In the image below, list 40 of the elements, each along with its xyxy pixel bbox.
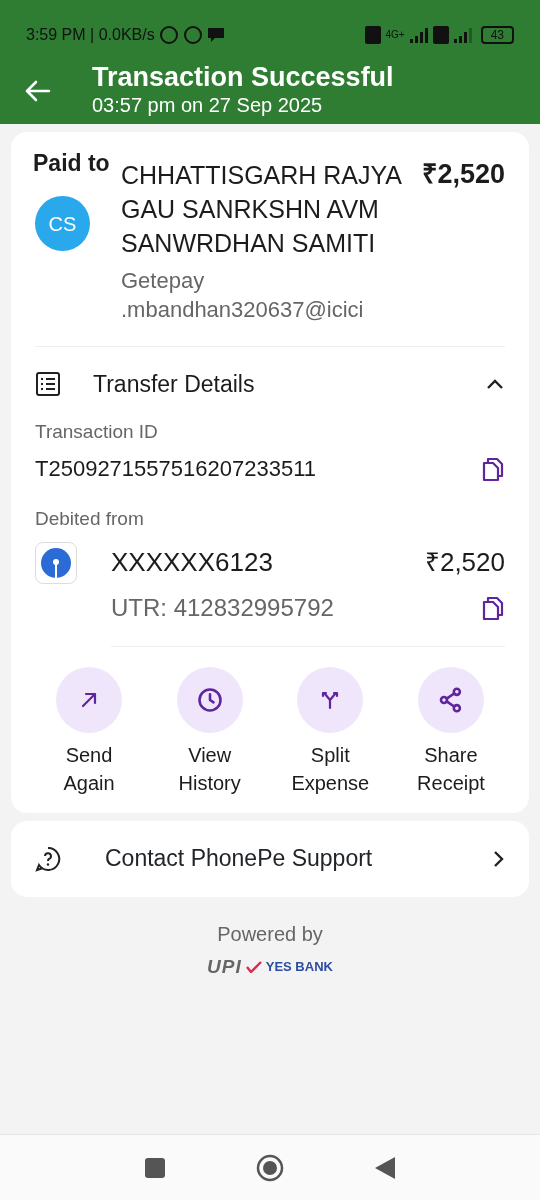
back-nav-button[interactable]	[374, 1155, 396, 1180]
network-type: 4G+	[385, 30, 405, 40]
copy-icon[interactable]	[481, 455, 505, 482]
upi-id: Getepay .mbandhan320637@icici	[121, 267, 365, 324]
powered-by-text: Powered by	[216, 921, 324, 947]
paid-amount: ₹2,520	[422, 158, 505, 191]
paid-to-label: Paid to	[33, 149, 111, 178]
upi-logo: UPI	[207, 954, 242, 979]
message-icon	[206, 27, 225, 43]
screen-title: Transaction Successful	[92, 62, 394, 92]
list-icon	[35, 371, 61, 398]
help-icon	[35, 845, 61, 872]
back-button[interactable]	[24, 78, 52, 102]
action-button[interactable]: Share Receipt	[400, 666, 501, 797]
bank-logo-text: YES BANK	[265, 958, 333, 976]
transaction-id: T2509271557516207233511	[35, 455, 316, 483]
recents-button[interactable]	[144, 1156, 166, 1179]
action-button[interactable]: Split Expense	[280, 666, 381, 797]
chevron-icon	[493, 849, 505, 868]
payee-avatar: CS	[35, 196, 90, 251]
transfer-details-toggle[interactable]: Transfer Details	[35, 367, 505, 402]
transaction-id-label: Transaction ID	[35, 419, 159, 444]
clock-icon	[195, 685, 224, 714]
action-button[interactable]: View History	[159, 666, 260, 797]
account-number: XXXXXX6123	[111, 546, 274, 579]
utr-number: UTR: 412832995792	[111, 592, 334, 623]
debited-amount: ₹2,520	[424, 546, 505, 579]
signal-icon	[452, 27, 473, 43]
transaction-time: 03:57 pm on 27 Sep 2025	[92, 93, 324, 118]
payee-name: CHHATTISGARH RAJYA GAU SANRKSHN AVM SANWRDHAN SAMITI	[121, 160, 403, 259]
tick-icon	[245, 960, 262, 973]
status-time: 3:59 PM | 0.0KB/s	[26, 25, 155, 45]
support-button[interactable]: Contact PhonePe Support	[11, 820, 529, 897]
bank-logo	[35, 541, 77, 584]
copy-icon[interactable]	[481, 594, 505, 621]
debited-from-label: Debited from	[35, 507, 145, 531]
signal-icon	[408, 27, 429, 43]
battery-icon: 43	[480, 26, 514, 44]
home-button[interactable]	[256, 1153, 284, 1182]
action-button[interactable]: Send Again	[39, 666, 139, 797]
